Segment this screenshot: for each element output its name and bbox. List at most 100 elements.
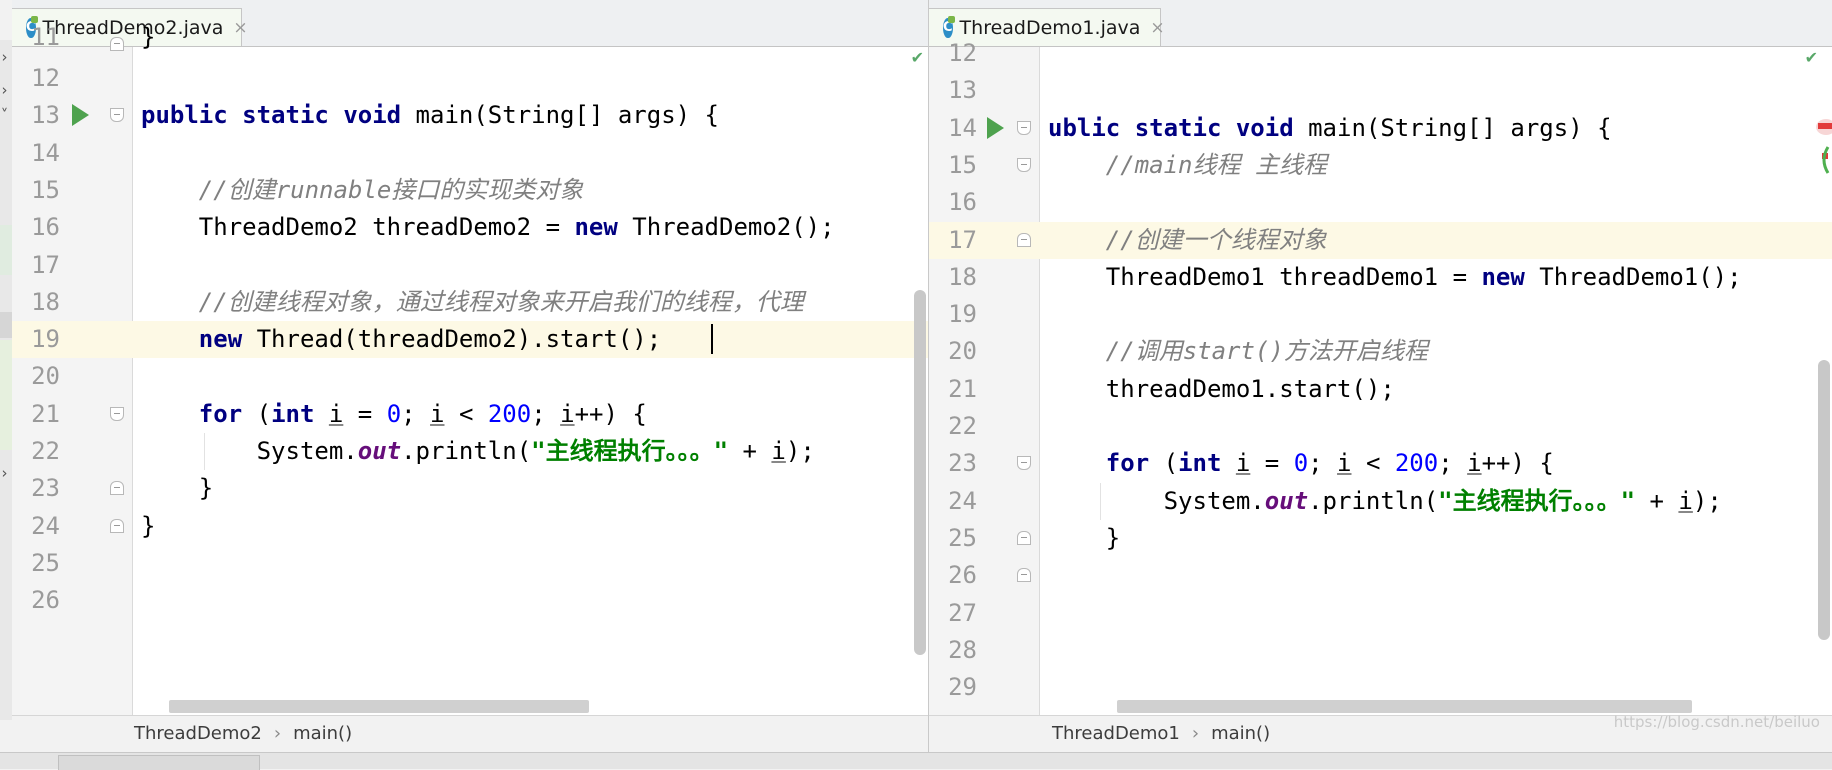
- code-line[interactable]: threadDemo1.start();: [1040, 371, 1832, 408]
- code-line[interactable]: [1040, 72, 1832, 109]
- code-line[interactable]: [1040, 184, 1832, 221]
- line-number: 22: [948, 412, 977, 440]
- code-line[interactable]: //创建一个线程对象: [1040, 221, 1832, 259]
- line-number: 13: [948, 76, 977, 105]
- code-token: ++) {: [574, 399, 647, 428]
- fold-marker-icon[interactable]: [1017, 157, 1031, 172]
- horizontal-scrollbar[interactable]: [169, 700, 589, 713]
- line-number: 14: [31, 138, 60, 167]
- code-token: //创建线程对象，通过线程对象来开启我们的线程，代理: [198, 287, 804, 316]
- line-number: 15: [31, 175, 60, 204]
- code-token: System.: [1048, 486, 1265, 515]
- code-token: new: [574, 213, 618, 242]
- code-line[interactable]: [1040, 408, 1832, 445]
- code-line[interactable]: }: [133, 19, 928, 56]
- code-line[interactable]: //创建runnable接口的实现类对象: [133, 172, 928, 209]
- bottom-run-tab[interactable]: [58, 755, 260, 770]
- code-line[interactable]: }: [133, 470, 928, 507]
- code-token: int: [1178, 449, 1222, 478]
- code-line[interactable]: for (int i = 0; i < 200; i++) {: [133, 396, 928, 433]
- line-number: 14: [948, 113, 977, 142]
- code-line[interactable]: [1040, 595, 1832, 632]
- fold-marker-icon[interactable]: [1017, 530, 1031, 545]
- fold-marker-icon[interactable]: [1017, 120, 1031, 135]
- code-line[interactable]: ThreadDemo2 threadDemo2 = new ThreadDemo…: [133, 209, 928, 246]
- breadcrumb: ThreadDemo2 › main(): [12, 715, 928, 753]
- code-token: }: [1048, 523, 1121, 552]
- code-line[interactable]: System.out.println("主线程执行。。。" + i);: [133, 433, 928, 470]
- strip-band: [0, 225, 12, 275]
- line-number: 26: [948, 561, 977, 590]
- code-line[interactable]: [1040, 35, 1832, 72]
- code-line[interactable]: [133, 135, 928, 172]
- code-token: ublic: [1048, 113, 1121, 142]
- code-token: new: [198, 325, 243, 354]
- code-line[interactable]: for (int i = 0; i < 200; i++) {: [1040, 445, 1832, 482]
- code-line[interactable]: //调用start()方法开启线程: [1040, 333, 1832, 370]
- fold-marker-icon[interactable]: [1017, 568, 1031, 583]
- code-line[interactable]: ThreadDemo1 threadDemo1 = new ThreadDemo…: [1040, 259, 1832, 296]
- line-number: 22: [31, 437, 60, 465]
- code-token: 0: [1293, 449, 1309, 478]
- code-editor-area[interactable]: ublic static void main(String[] args) { …: [1040, 47, 1832, 716]
- code-line[interactable]: //main线程 主线程: [1040, 147, 1832, 184]
- fold-marker-icon[interactable]: [110, 481, 124, 496]
- code-line[interactable]: [133, 358, 928, 395]
- line-number: 29: [948, 673, 977, 702]
- breadcrumb-class[interactable]: ThreadDemo1: [1052, 723, 1180, 744]
- code-line[interactable]: }: [133, 508, 928, 545]
- fold-marker-icon[interactable]: [110, 108, 124, 123]
- side-notification-icon[interactable]: [1810, 115, 1832, 185]
- code-token: ++) {: [1481, 449, 1554, 478]
- breadcrumb-method[interactable]: main(): [1211, 723, 1270, 744]
- breadcrumb-method[interactable]: main(): [293, 723, 352, 744]
- line-number: 17: [31, 250, 60, 279]
- code-line[interactable]: [133, 545, 928, 582]
- code-line[interactable]: [133, 247, 928, 284]
- code-line[interactable]: [1040, 632, 1832, 669]
- strip-arrow-icon[interactable]: ˅: [0, 102, 9, 128]
- line-number-gutter: 11 12 13 14 15 16 17 18 19 20 21 22 23 24 25 26: [12, 23, 133, 716]
- code-token: .println(: [1308, 486, 1439, 515]
- code-token: new: [1481, 262, 1525, 291]
- code-line[interactable]: [133, 60, 928, 97]
- inspection-ok-icon: ✔: [910, 48, 924, 67]
- code-line[interactable]: //创建线程对象，通过线程对象来开启我们的线程，代理: [133, 284, 928, 321]
- code-editor-area[interactable]: } public static void main(String[] args) …: [133, 23, 928, 716]
- vertical-scrollbar[interactable]: [1818, 360, 1830, 640]
- line-number: 25: [948, 523, 977, 552]
- code-token: out: [357, 437, 402, 465]
- fold-marker-icon[interactable]: [1017, 456, 1031, 471]
- code-line[interactable]: new Thread(threadDemo2).start();: [133, 321, 928, 359]
- strip-arrow-icon[interactable]: ›: [0, 460, 9, 486]
- fold-marker-icon[interactable]: [110, 406, 124, 421]
- run-gutter-icon[interactable]: [72, 104, 89, 127]
- fold-marker-icon[interactable]: [110, 37, 124, 51]
- fold-marker-icon[interactable]: [1017, 232, 1031, 247]
- strip-band: [0, 340, 12, 450]
- code-token: <: [1351, 449, 1395, 478]
- breadcrumb-class[interactable]: ThreadDemo2: [134, 723, 262, 744]
- vertical-scrollbar[interactable]: [914, 290, 926, 655]
- code-line[interactable]: public static void main(String[] args) {: [133, 97, 928, 134]
- code-line[interactable]: [1040, 557, 1832, 594]
- code-line[interactable]: System.out.println("主线程执行。。。" + i);: [1040, 483, 1832, 520]
- code-line[interactable]: }: [1040, 520, 1832, 557]
- strip-arrow-icon[interactable]: ›: [0, 44, 9, 70]
- line-number: 18: [948, 262, 977, 291]
- horizontal-scrollbar[interactable]: [1117, 700, 1692, 713]
- run-gutter-icon[interactable]: [987, 116, 1004, 139]
- fold-marker-icon[interactable]: [110, 518, 124, 533]
- code-line[interactable]: [1040, 296, 1832, 333]
- line-number: 16: [31, 213, 60, 242]
- strip-arrow-icon[interactable]: ›: [0, 77, 9, 103]
- code-token: for: [198, 399, 243, 428]
- code-line[interactable]: ublic static void main(String[] args) {: [1040, 110, 1832, 147]
- code-token: ;: [401, 399, 431, 428]
- code-line[interactable]: [133, 582, 928, 619]
